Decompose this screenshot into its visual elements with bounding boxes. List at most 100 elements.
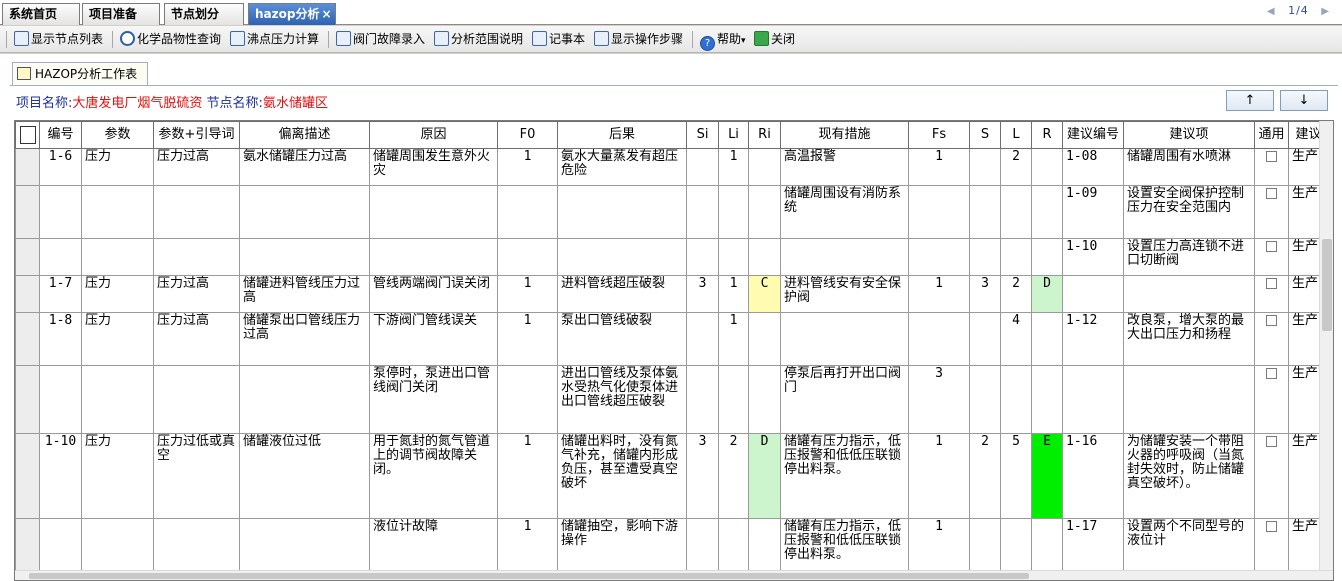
cell-cause[interactable]: 下游阀门管线误关 xyxy=(369,312,498,366)
cell-cause[interactable]: 储罐周围发生意外火灾 xyxy=(369,148,498,186)
help-button[interactable]: ? 帮助▾ xyxy=(700,29,746,51)
cell-deviation[interactable] xyxy=(239,238,370,276)
column-header[interactable]: Ri xyxy=(748,121,781,149)
general-checkbox[interactable] xyxy=(1266,188,1277,199)
cell-param[interactable]: 压力 xyxy=(81,312,154,366)
row-selector[interactable] xyxy=(15,312,40,366)
cell-id[interactable] xyxy=(39,238,82,276)
cell-suggestion[interactable] xyxy=(1123,275,1255,313)
column-header[interactable]: 通用 xyxy=(1254,121,1289,149)
cell-param[interactable]: 压力 xyxy=(81,433,154,519)
cell-s[interactable] xyxy=(969,148,1001,186)
cell-guide[interactable] xyxy=(153,185,240,239)
cell-r[interactable] xyxy=(1031,148,1063,186)
show-steps-button[interactable]: 显示操作步骤 xyxy=(594,29,683,50)
cell-measure[interactable]: 储罐周围设有消防系统 xyxy=(780,185,909,239)
boiling-calc-button[interactable]: 沸点压力计算 xyxy=(230,29,319,50)
cell-general[interactable] xyxy=(1254,312,1289,366)
general-checkbox[interactable] xyxy=(1266,368,1277,379)
cell-ri[interactable]: C xyxy=(748,275,781,313)
cell-general[interactable] xyxy=(1254,185,1289,239)
row-selector[interactable] xyxy=(15,148,40,186)
cell-fs[interactable] xyxy=(908,238,970,276)
row-selector[interactable] xyxy=(15,185,40,239)
cell-fs[interactable]: 3 xyxy=(908,365,970,434)
cell-guide[interactable] xyxy=(153,365,240,434)
cell-l[interactable]: 2 xyxy=(1000,148,1032,186)
cell-r[interactable] xyxy=(1031,185,1063,239)
cell-guide[interactable]: 压力过低或真空 xyxy=(153,433,240,519)
column-header[interactable]: 建议编号 xyxy=(1062,121,1124,149)
cell-param[interactable] xyxy=(81,238,154,276)
cell-s[interactable] xyxy=(969,365,1001,434)
move-down-button[interactable]: ↓ xyxy=(1280,90,1328,111)
column-header[interactable]: R xyxy=(1031,121,1063,149)
cell-suggestion[interactable]: 设置压力高连锁不进口切断阀 xyxy=(1123,238,1255,276)
cell-fs[interactable] xyxy=(908,185,970,239)
chem-props-button[interactable]: 化学品物性查询 xyxy=(120,29,221,50)
cell-general[interactable] xyxy=(1254,275,1289,313)
row-selector[interactable] xyxy=(15,433,40,519)
cell-suggestion-id[interactable]: 1-12 xyxy=(1062,312,1124,366)
column-header[interactable]: 编号 xyxy=(39,121,82,149)
cell-deviation[interactable]: 储罐液位过低 xyxy=(239,433,370,519)
column-header[interactable]: 建议项 xyxy=(1123,121,1255,149)
cell-deviation[interactable] xyxy=(239,185,370,239)
column-header[interactable]: 原因 xyxy=(369,121,498,149)
cell-r[interactable] xyxy=(1031,238,1063,276)
cell-general[interactable] xyxy=(1254,433,1289,519)
cell-measure[interactable]: 停泵后再打开出口阀门 xyxy=(780,365,909,434)
row-selector[interactable] xyxy=(15,275,40,313)
general-checkbox[interactable] xyxy=(1266,241,1277,252)
cell-id[interactable] xyxy=(39,185,82,239)
cell-si[interactable]: 3 xyxy=(686,433,719,519)
cell-f0[interactable]: 1 xyxy=(497,275,558,313)
cell-ri[interactable] xyxy=(748,185,781,239)
table-row[interactable]: 1-6 压力 压力过高 氨水储罐压力过高 储罐周围发生意外火灾 1 氨水大量蒸发… xyxy=(15,148,1329,186)
general-checkbox[interactable] xyxy=(1266,315,1277,326)
column-header[interactable]: L xyxy=(1000,121,1032,149)
cell-f0[interactable] xyxy=(497,365,558,434)
cell-measure[interactable]: 进料管线安有安全保护阀 xyxy=(780,275,909,313)
cell-general[interactable] xyxy=(1254,365,1289,434)
cell-consequence[interactable]: 储罐出料时，没有氮气补充，储罐内形成负压，甚至遭受真空破坏 xyxy=(557,433,687,519)
cell-l[interactable]: 5 xyxy=(1000,433,1032,519)
cell-param[interactable]: 压力 xyxy=(81,275,154,313)
table-row[interactable]: 1-8 压力 压力过高 储罐泵出口管线压力过高 下游阀门管线误关 1 泵出口管线… xyxy=(15,312,1329,366)
cell-s[interactable] xyxy=(969,312,1001,366)
cell-s[interactable] xyxy=(969,185,1001,239)
cell-measure[interactable]: 高温报警 xyxy=(780,148,909,186)
cell-param[interactable] xyxy=(81,185,154,239)
tab-system-home[interactable]: 系统首页 xyxy=(2,3,80,25)
cell-li[interactable] xyxy=(718,185,749,239)
column-header[interactable]: 现有措施 xyxy=(780,121,909,149)
cell-r[interactable]: E xyxy=(1031,433,1063,519)
cell-cause[interactable] xyxy=(369,238,498,276)
cell-li[interactable]: 1 xyxy=(718,312,749,366)
cell-f0[interactable]: 1 xyxy=(497,312,558,366)
cell-f0[interactable]: 1 xyxy=(497,148,558,186)
cell-fs[interactable]: 1 xyxy=(908,148,970,186)
cell-l[interactable]: 2 xyxy=(1000,275,1032,313)
tab-project-prep[interactable]: 项目准备 xyxy=(82,3,160,25)
cell-consequence[interactable] xyxy=(557,238,687,276)
general-checkbox[interactable] xyxy=(1266,436,1277,447)
column-header[interactable]: 参数+引导词 xyxy=(153,121,240,149)
cell-suggestion-id[interactable] xyxy=(1062,275,1124,313)
cell-param[interactable]: 压力 xyxy=(81,148,154,186)
column-header[interactable]: 偏离描述 xyxy=(239,121,370,149)
general-checkbox[interactable] xyxy=(1266,521,1277,532)
cell-fs[interactable] xyxy=(908,312,970,366)
cell-l[interactable] xyxy=(1000,185,1032,239)
cell-f0[interactable] xyxy=(497,185,558,239)
show-node-list-button[interactable]: 显示节点列表 xyxy=(14,29,103,50)
cell-suggestion[interactable]: 为储罐安装一个带阻火器的呼吸阀（当氮封失效时，防止储罐真空破坏）。 xyxy=(1123,433,1255,519)
cell-general[interactable] xyxy=(1254,238,1289,276)
cell-fs[interactable]: 1 xyxy=(908,433,970,519)
horizontal-scrollbar[interactable] xyxy=(15,570,1333,580)
cell-measure[interactable] xyxy=(780,312,909,366)
close-tab-icon[interactable]: × xyxy=(321,7,331,21)
column-header[interactable]: Si xyxy=(686,121,719,149)
move-up-button[interactable]: ↑ xyxy=(1226,90,1274,111)
cell-deviation[interactable]: 储罐进料管线压力过高 xyxy=(239,275,370,313)
